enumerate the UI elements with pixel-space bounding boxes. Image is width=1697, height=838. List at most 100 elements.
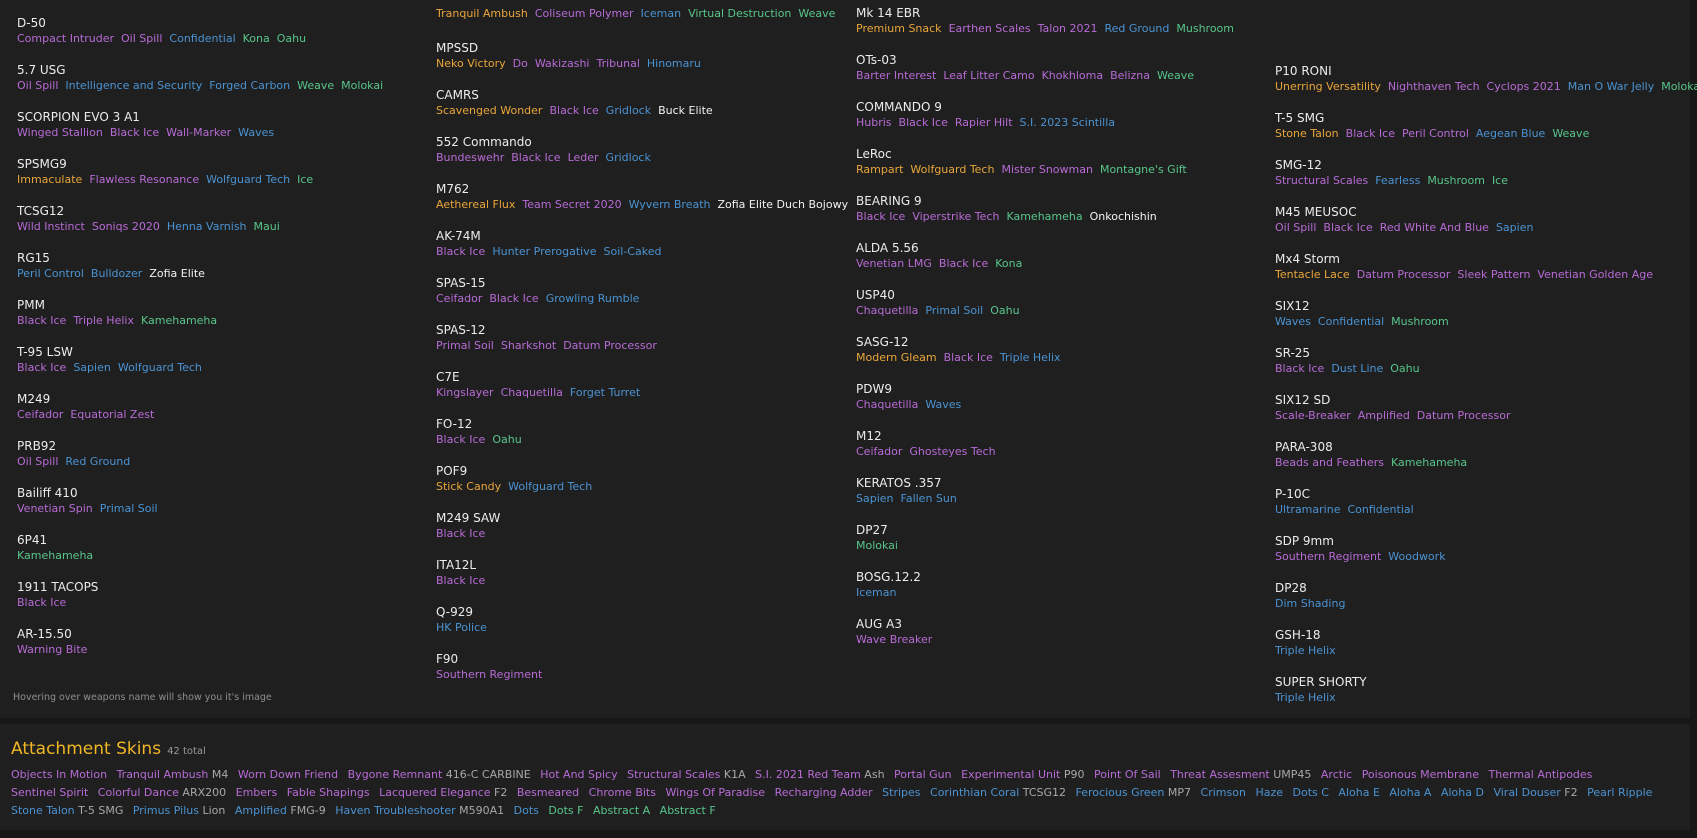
skin-link[interactable]: Woodwork [1388,550,1445,563]
weapon-name[interactable]: M762 [436,182,855,197]
skin-link[interactable]: Henna Varnish [167,220,247,233]
skin-link[interactable]: Intelligence and Security [65,79,202,92]
skin-link[interactable]: Bundeswehr [436,151,504,164]
skin-link[interactable]: Immaculate [17,173,82,186]
skin-link[interactable]: Confidential [1318,315,1384,328]
weapon-name[interactable]: T-5 SMG [1275,111,1596,126]
weapon-name[interactable]: SUPER SHORTY [1275,675,1367,690]
weapon-name[interactable]: T-95 LSW [17,345,209,360]
skin-link[interactable]: Winged Stallion [17,126,103,139]
weapon-name[interactable]: AUG A3 [856,617,939,632]
weapon-name[interactable]: BOSG.12.2 [856,570,921,585]
skin-link[interactable]: Wild Instinct [17,220,85,233]
skin-link[interactable]: Weave [798,7,835,20]
skin-link[interactable]: Black Ice [489,292,538,305]
attachment-skin[interactable]: Embers [236,786,278,799]
skin-link[interactable]: Viperstrike Tech [912,210,999,223]
weapon-name[interactable]: P10 RONI [1275,64,1697,79]
attachment-skin[interactable]: Arctic [1321,768,1352,781]
skin-link[interactable]: Black Ice [17,314,66,327]
weapon-name[interactable]: D-50 [17,16,313,31]
weapon-name[interactable]: LeRoc [856,147,1194,162]
weapon-name[interactable]: M12 [856,429,1003,444]
attachment-skin[interactable]: Sentinel Spirit [11,786,88,799]
skin-link[interactable]: Weave [297,79,334,92]
skin-link[interactable]: Black Ice [436,574,485,587]
skin-link[interactable]: Bulldozer [91,267,142,280]
attachment-skin[interactable]: Primus Pilus Lion [133,804,226,817]
skin-link[interactable]: Scale-Breaker [1275,409,1351,422]
skin-link[interactable]: Aethereal Flux [436,198,515,211]
skin-link[interactable]: Compact Intruder [17,32,114,45]
skin-link[interactable]: Amplified [1358,409,1410,422]
skin-link[interactable]: Tranquil Ambush [436,7,528,20]
skin-link[interactable]: Red White And Blue [1380,221,1489,234]
skin-link[interactable]: Kamehameha [141,314,217,327]
skin-link[interactable]: Black Ice [17,596,66,609]
weapon-name[interactable]: SPSMG9 [17,157,320,172]
weapon-name[interactable]: AR-15.50 [17,627,94,642]
attachment-skin[interactable]: Poisonous Membrane [1362,768,1479,781]
weapon-name[interactable]: BEARING 9 [856,194,1164,209]
skin-link[interactable]: Southern Regiment [1275,550,1381,563]
skin-link[interactable]: Wolfguard Tech [118,361,202,374]
skin-link[interactable]: Belizna [1110,69,1150,82]
skin-link[interactable]: Black Ice [436,245,485,258]
skin-link[interactable]: Wolfguard Tech [206,173,290,186]
skin-link[interactable]: Flawless Resonance [89,173,199,186]
skin-link[interactable]: Wakizashi [535,57,590,70]
weapon-name[interactable]: POF9 [436,464,599,479]
weapon-name[interactable]: M249 [17,392,161,407]
skin-link[interactable]: Sapien [73,361,111,374]
weapon-name[interactable]: 5.7 USG [17,63,390,78]
skin-link[interactable]: Oahu [990,304,1019,317]
weapon-name[interactable]: 6P41 [17,533,100,548]
skin-link[interactable]: Triple Helix [1275,691,1336,704]
skin-link[interactable]: Datum Processor [563,339,657,352]
skin-link[interactable]: Ice [1492,174,1508,187]
weapon-name[interactable]: OTs-03 [856,53,1201,68]
skin-link[interactable]: Ghosteyes Tech [909,445,995,458]
attachment-skin[interactable]: Dots F [548,804,583,817]
skin-link[interactable]: Oahu [492,433,521,446]
skin-link[interactable]: Stone Talon [1275,127,1339,140]
skin-link[interactable]: Sharkshot [501,339,556,352]
attachment-skin[interactable]: Viral Douser F2 [1493,786,1577,799]
attachment-skin[interactable]: Recharging Adder [775,786,873,799]
skin-link[interactable]: Dim Shading [1275,597,1345,610]
attachment-skin[interactable]: Dots [514,804,539,817]
skin-link[interactable]: Primal Soil [925,304,983,317]
skin-link[interactable]: Oahu [1390,362,1419,375]
skin-link[interactable]: Kona [243,32,270,45]
skin-link[interactable]: Black Ice [1323,221,1372,234]
skin-link[interactable]: Forget Turret [570,386,640,399]
weapon-name[interactable]: SMG-12 [1275,158,1515,173]
weapon-name[interactable]: Q-929 [436,605,494,620]
weapon-name[interactable]: PARA-308 [1275,440,1474,455]
skin-link[interactable]: Molokai [341,79,383,92]
skin-link[interactable]: Team Secret 2020 [522,198,621,211]
skin-link[interactable]: Mister Snowman [1001,163,1093,176]
weapon-name[interactable]: SIX12 SD [1275,393,1518,408]
skin-link[interactable]: Modern Gleam [856,351,937,364]
skin-link[interactable]: Montagne's Gift [1100,163,1187,176]
skin-link[interactable]: Cyclops 2021 [1487,80,1561,93]
weapon-name[interactable]: Mx4 Storm [1275,252,1660,267]
attachment-skin[interactable]: Dots C [1293,786,1329,799]
weapon-name[interactable]: F90 [436,652,549,667]
weapon-name[interactable]: P-10C [1275,487,1421,502]
skin-link[interactable]: Man O War Jelly [1568,80,1654,93]
skin-link[interactable]: Molokai [1661,80,1697,93]
attachment-skin[interactable]: Abstract F [660,804,716,817]
skin-link[interactable]: Onkochishin [1090,210,1157,223]
skin-link[interactable]: Leaf Litter Camo [943,69,1034,82]
skin-link[interactable]: Fallen Sun [901,492,957,505]
weapon-name[interactable]: SASG-12 [856,335,1068,350]
skin-link[interactable]: Weave [1157,69,1194,82]
attachment-skin[interactable]: Haven Troubleshooter M590A1 [335,804,504,817]
skin-link[interactable]: Structural Scales [1275,174,1368,187]
attachment-skin[interactable]: Thermal Antipodes [1489,768,1593,781]
skin-link[interactable]: Confidential [1347,503,1413,516]
weapon-name[interactable]: KERATOS .357 [856,476,964,491]
skin-link[interactable]: Black Ice [549,104,598,117]
